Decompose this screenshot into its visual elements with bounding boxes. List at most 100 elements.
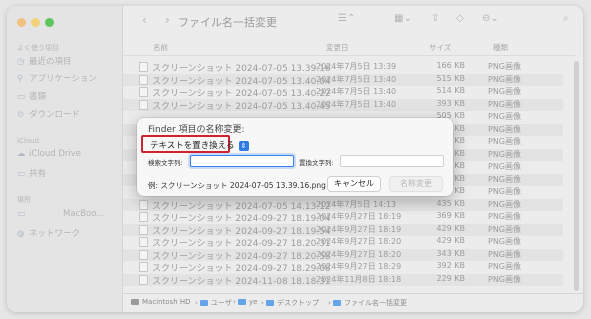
view-list-icon[interactable]: ☰⌃ — [338, 13, 355, 24]
file-name: スクリーンショット 2024-09-27 18.19.04 — [152, 214, 331, 224]
file-row[interactable]: スクリーンショット 2024-09-27 18.19.04 2024年9月27日 … — [123, 211, 563, 224]
file-kind: PNG画像 — [488, 199, 522, 209]
file-row[interactable]: スクリーンショット 2024-11-08 18.18.31 2024年11月8日 … — [123, 273, 563, 287]
minimize-window-button[interactable] — [31, 18, 40, 27]
cloud-icon: ☁ — [17, 149, 26, 159]
sidebar-section-icloud: iCloud — [17, 137, 39, 145]
file-row[interactable]: スクリーンショット 2024-07-05 14.13.12 2024年7月5日 1… — [123, 198, 563, 212]
png-file-icon — [139, 262, 148, 272]
sidebar-item-icloud-drive[interactable]: ☁ iCloud Drive — [17, 149, 81, 159]
replace-label: 置換文字列: — [299, 159, 334, 167]
home-folder-icon — [238, 299, 247, 305]
back-icon[interactable]: ‹ — [142, 13, 147, 27]
file-kind: PNG画像 — [488, 237, 522, 246]
file-row[interactable]: スクリーンショット 2024-07-05 13.40.04 2024年7月5日 1… — [123, 73, 563, 87]
file-kind: PNG画像 — [488, 249, 522, 259]
sidebar-item-macbook[interactable]: ▭ MacBoo... — [17, 209, 104, 219]
file-name: スクリーンショット 2024-07-05 13.40.04 — [152, 76, 331, 87]
sidebar-section-favorites: よく使う項目 — [17, 44, 59, 52]
sidebar-item-documents[interactable]: ▭ 書類 — [17, 90, 46, 102]
file-size: 229 KB — [436, 273, 465, 283]
group-icon[interactable]: ▦⌄ — [394, 13, 412, 24]
sidebar-item-downloads[interactable]: ⊙ ダウンロード — [17, 108, 80, 120]
path-item-users[interactable]: › ユーザ — [195, 298, 232, 308]
apps-icon: ⚲ — [17, 74, 24, 84]
column-name[interactable]: 名前 — [153, 42, 168, 53]
path-item-macintosh-hd[interactable]: Macintosh HD — [131, 298, 191, 306]
file-date: 2024年9月27日 18:29 — [316, 262, 402, 271]
folder-icon — [200, 300, 209, 306]
file-kind: PNG画像 — [488, 187, 522, 196]
replace-input[interactable] — [340, 155, 444, 167]
path-item-desktop[interactable]: › デスクトップ — [261, 298, 319, 308]
file-kind: PNG画像 — [488, 174, 522, 184]
folder-icon — [333, 300, 342, 306]
file-row[interactable]: スクリーンショット 2024-09-27 18.20.31 2024年9月27日 … — [123, 236, 563, 249]
zoom-window-button[interactable] — [45, 18, 54, 27]
more-icon[interactable]: ⊖⌄ — [482, 13, 499, 24]
sidebar-item-applications[interactable]: ⚲ アプリケーション — [17, 72, 97, 84]
file-size: 166 KB — [436, 61, 465, 70]
clock-icon: ◷ — [17, 57, 25, 67]
file-kind: PNG画像 — [488, 62, 522, 71]
file-name: スクリーンショット 2024-11-08 18.18.31 — [152, 276, 331, 287]
file-size: 429 KB — [436, 223, 465, 233]
disk-icon — [131, 299, 139, 305]
close-window-button[interactable] — [17, 18, 26, 27]
file-row[interactable]: スクリーンショット 2024-09-27 18.19.54 2024年9月27日 … — [123, 223, 563, 237]
file-size: 343 KB — [436, 248, 465, 258]
png-file-icon — [139, 224, 148, 235]
folder-icon — [266, 300, 275, 306]
file-date: 2024年7月5日 13:39 — [316, 62, 397, 71]
file-row[interactable]: スクリーンショット 2024-09-27 18.29.08 2024年9月27日 … — [123, 261, 563, 274]
shared-folder-icon: ▭ — [17, 169, 26, 179]
file-name: スクリーンショット 2024-07-05 13.40.45 — [152, 101, 331, 112]
file-size: 435 KB — [436, 198, 465, 208]
file-name: スクリーンショット 2024-09-27 18.20.58 — [152, 251, 331, 262]
find-input[interactable] — [190, 155, 294, 167]
column-kind[interactable]: 種類 — [493, 42, 508, 53]
file-name: スクリーンショット 2024-09-27 18.29.08 — [152, 264, 331, 274]
path-item-home[interactable]: › ye — [233, 298, 257, 306]
sidebar-section-locations: 場所 — [17, 196, 31, 204]
file-name: スクリーンショット 2024-09-27 18.20.31 — [152, 239, 331, 249]
scrollbar[interactable] — [574, 61, 579, 291]
popup-arrows-icon: ⇕ — [238, 141, 249, 151]
file-row[interactable]: スクリーンショット 2024-07-05 13.39.16 2024年7月5日 1… — [123, 61, 563, 74]
rename-button[interactable]: 名称変更 — [389, 176, 443, 192]
file-date: 2024年7月5日 13:40 — [316, 87, 397, 96]
file-name: スクリーンショット 2024-07-05 13.40.22 — [152, 89, 331, 99]
file-name: スクリーンショット 2024-07-05 13.39.16 — [152, 64, 331, 74]
file-size: 369 KB — [436, 211, 465, 220]
path-item-rename-folder[interactable]: › ファイル名一括変更 — [328, 298, 407, 308]
column-date[interactable]: 変更日 — [326, 42, 349, 53]
path-bar: Macintosh HD › ユーザ › ye › デスクトップ › ファイル名… — [123, 293, 583, 312]
rename-mode-select[interactable]: テキストを置き換える ⇕ — [150, 139, 249, 151]
sidebar-item-network[interactable]: ◍ ネットワーク — [17, 227, 80, 239]
column-size[interactable]: サイズ — [429, 42, 451, 53]
file-name: スクリーンショット 2024-09-27 18.19.54 — [152, 226, 331, 237]
forward-icon[interactable]: › — [165, 13, 170, 27]
rename-dialog: Finder 項目の名称変更: テキストを置き換える ⇕ 検索文字列: 置換文字列… — [137, 118, 453, 196]
file-date: 2024年11月8日 18:18 — [316, 274, 402, 284]
file-kind: PNG画像 — [488, 212, 522, 221]
share-icon[interactable]: ⇪ — [431, 13, 439, 24]
file-date: 2024年7月5日 13:40 — [316, 74, 397, 84]
file-row[interactable]: スクリーンショット 2024-07-05 13.40.45 2024年7月5日 1… — [123, 98, 563, 112]
png-file-icon — [139, 274, 148, 285]
window-title: ファイル名一括変更 — [178, 16, 277, 29]
file-size: 393 KB — [436, 98, 465, 108]
file-kind: PNG画像 — [488, 149, 522, 159]
png-file-icon — [139, 237, 148, 247]
sidebar-item-shared[interactable]: ▭ 共有 — [17, 167, 46, 179]
search-icon[interactable]: ⌕ — [563, 13, 569, 24]
file-kind: PNG画像 — [488, 274, 522, 284]
file-row[interactable]: スクリーンショット 2024-09-27 18.20.58 2024年9月27日 … — [123, 248, 563, 262]
file-kind: PNG画像 — [488, 99, 522, 109]
tag-icon[interactable]: ◇ — [456, 13, 464, 24]
sidebar-item-recents[interactable]: ◷ 最近の項目 — [17, 55, 72, 67]
file-name: スクリーンショット 2024-07-05 14.13.12 — [152, 201, 331, 212]
file-row[interactable]: スクリーンショット 2024-07-05 13.40.22 2024年7月5日 1… — [123, 86, 563, 99]
dialog-title: Finder 項目の名称変更: — [148, 125, 245, 135]
cancel-button[interactable]: キャンセル — [327, 176, 381, 192]
